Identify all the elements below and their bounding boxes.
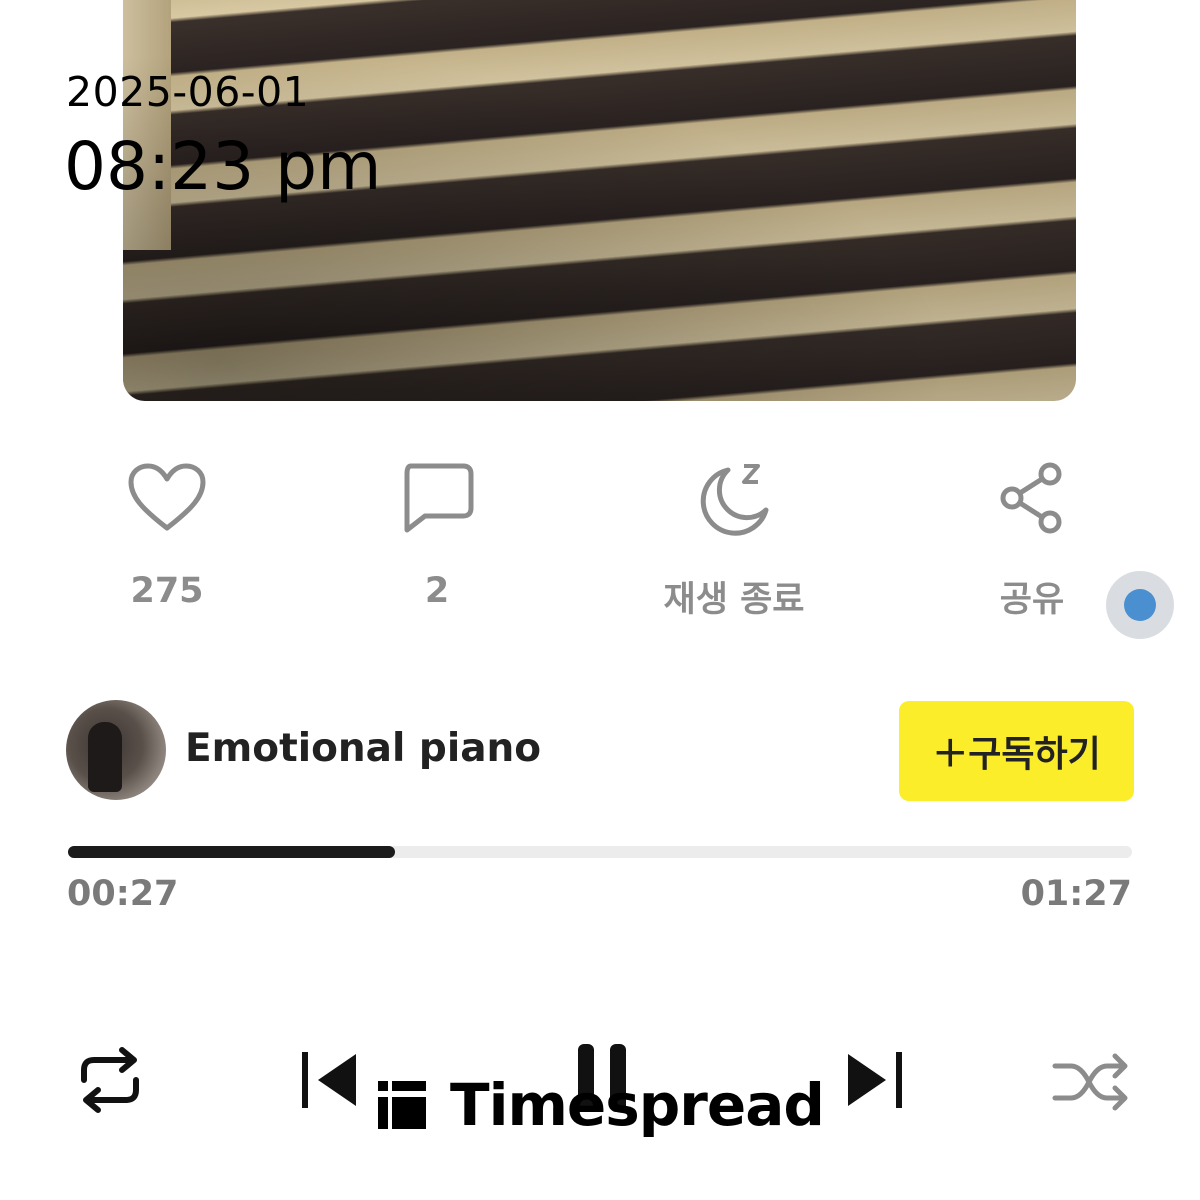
next-track-button[interactable]: [838, 1044, 908, 1116]
player-screen: 2025-06-01 08:23 pm 275 2 재생 종료 공유 Emoti…: [0, 0, 1200, 1200]
floating-assist-button[interactable]: [1106, 571, 1174, 639]
subscribe-button[interactable]: ＋구독하기: [899, 701, 1134, 801]
total-time: 01:27: [1020, 874, 1132, 914]
repeat-icon: [81, 1047, 139, 1113]
moon-sleep-icon: [691, 455, 777, 541]
overlay-time: 08:23 pm: [64, 128, 382, 205]
like-count: 275: [130, 571, 204, 611]
previous-track-button[interactable]: [296, 1044, 366, 1116]
channel-name[interactable]: Emotional piano: [185, 726, 541, 771]
comment-count: 2: [424, 571, 450, 611]
share-button[interactable]: 공유: [932, 455, 1132, 625]
share-icon: [989, 455, 1075, 541]
comment-button[interactable]: 2: [337, 455, 537, 625]
heart-icon: [124, 455, 210, 541]
shuffle-button[interactable]: [1050, 1050, 1132, 1114]
progress-fill: [68, 846, 395, 858]
watermark-text: Timespread: [450, 1071, 825, 1139]
sleep-timer-label: 재생 종료: [663, 580, 805, 620]
channel-avatar[interactable]: [66, 700, 166, 800]
skip-next-icon: [848, 1052, 902, 1108]
current-time: 00:27: [67, 874, 179, 914]
shuffle-icon: [1052, 1053, 1128, 1111]
progress-bar[interactable]: [68, 846, 1132, 858]
skip-previous-icon: [302, 1052, 356, 1108]
timespread-logo-icon: [378, 1081, 426, 1129]
sleep-timer-button[interactable]: 재생 종료: [634, 455, 834, 625]
overlay-date: 2025-06-01: [66, 68, 310, 116]
share-label: 공유: [999, 580, 1065, 620]
comment-icon: [394, 455, 480, 541]
repeat-button[interactable]: [70, 1040, 150, 1120]
watermark: Timespread: [376, 1071, 825, 1139]
like-button[interactable]: 275: [67, 455, 267, 625]
